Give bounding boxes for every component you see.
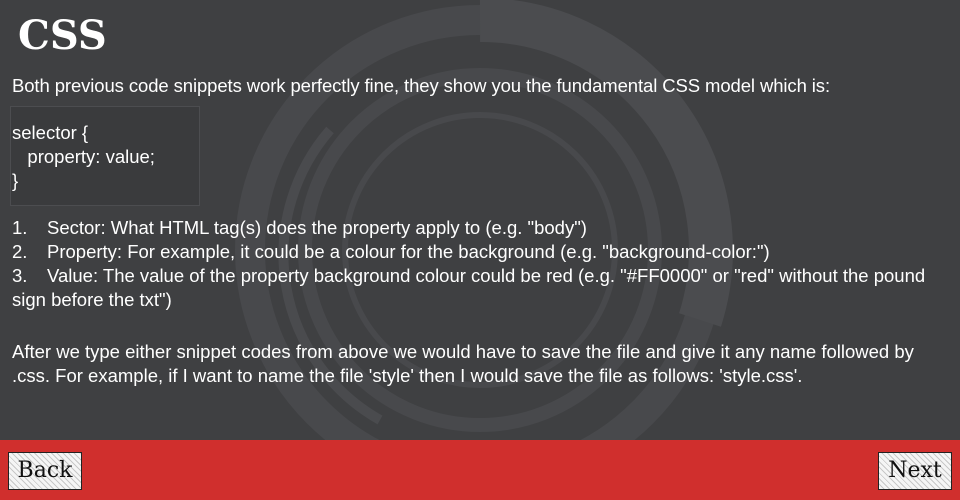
save-file-paragraph: After we type either snippet codes from … <box>12 341 914 386</box>
list-text: Sector: What HTML tag(s) does the proper… <box>47 217 587 238</box>
list-number: 2. <box>12 241 28 262</box>
next-button[interactable]: Next <box>878 452 952 490</box>
code-line: selector { <box>12 122 89 143</box>
back-button[interactable]: Back <box>8 452 82 490</box>
list-item: 1. Sector: What HTML tag(s) does the prop… <box>12 216 952 240</box>
intro-text: Both previous code snippets work perfect… <box>12 75 830 96</box>
code-line: } <box>12 170 19 191</box>
css-model-list: 1. Sector: What HTML tag(s) does the prop… <box>12 216 952 312</box>
list-number: 1. <box>12 217 28 238</box>
list-item: 2. Property: For example, it could be a c… <box>12 240 952 264</box>
list-item: 3. Value: The value of the property backg… <box>12 264 952 312</box>
list-text: Property: For example, it could be a col… <box>47 241 770 262</box>
list-text: Value: The value of the property backgro… <box>12 265 926 310</box>
code-line: property: value; <box>12 146 155 167</box>
footer-bar <box>0 440 960 500</box>
list-number: 3. <box>12 265 28 286</box>
slide-title: CSS <box>18 12 107 59</box>
code-snippet: selector { property: value; } <box>10 106 200 206</box>
